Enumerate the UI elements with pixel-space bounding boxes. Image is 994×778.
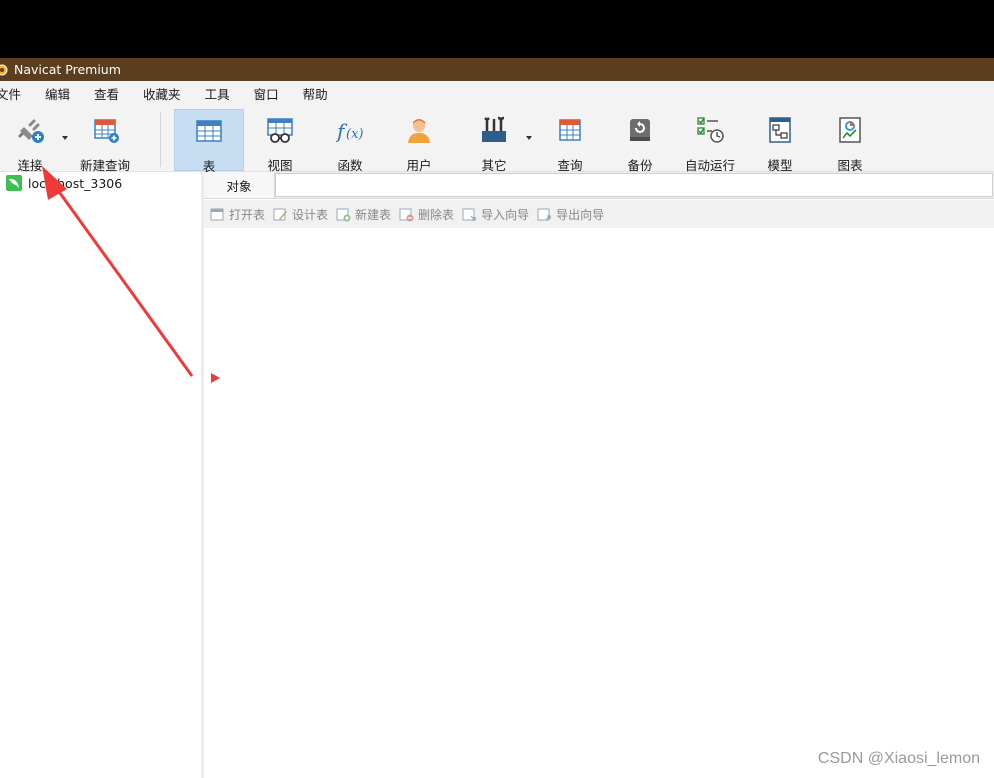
menu-favorites[interactable]: 收藏夹 — [131, 85, 193, 105]
design-table-button[interactable]: 设计表 — [273, 206, 328, 223]
import-wizard-icon — [462, 208, 476, 221]
query-button[interactable]: 查询 — [542, 109, 598, 173]
import-wizard-label: 导入向导 — [481, 207, 530, 222]
toolbar-separator — [160, 112, 161, 167]
table-icon — [196, 120, 222, 142]
tab-strip: 对象 — [204, 172, 994, 199]
delete-table-minus-icon — [399, 208, 414, 221]
new-table-label: 新建表 — [355, 207, 392, 222]
open-table-icon — [210, 208, 224, 220]
open-table-button[interactable]: 打开表 — [210, 206, 265, 223]
mysql-connection-icon — [6, 175, 22, 191]
connection-tree-panel[interactable]: localhost_3306 — [0, 172, 204, 778]
connect-button[interactable]: 连接 — [4, 109, 56, 173]
tab-objects-label: 对象 — [226, 178, 252, 194]
menu-window[interactable]: 窗口 — [242, 85, 291, 105]
backup-button[interactable]: 备份 — [612, 109, 668, 173]
window-titlebar[interactable]: Navicat Premium — [0, 58, 994, 81]
delete-table-label: 删除表 — [418, 207, 455, 222]
model-button[interactable]: 模型 — [752, 109, 808, 173]
query-grid-icon — [559, 119, 581, 141]
menu-bar: 文件 编辑 查看 收藏夹 工具 窗口 帮助 — [0, 81, 994, 108]
function-button[interactable]: f (x) 函数 — [320, 109, 380, 173]
menu-edit[interactable]: 编辑 — [33, 85, 82, 105]
connection-name: localhost_3306 — [28, 175, 123, 191]
view-glasses-icon — [267, 118, 293, 143]
chart-button[interactable]: 图表 — [822, 109, 878, 173]
new-query-button[interactable]: 新建查询 — [74, 109, 136, 173]
open-table-label: 打开表 — [229, 207, 266, 222]
watermark-text: CSDN @Xiaosi_lemon — [817, 750, 980, 767]
screen-top-black-area — [0, 0, 994, 58]
chart-report-icon — [839, 117, 861, 143]
tools-toolbox-icon — [482, 116, 506, 142]
design-table-pencil-icon — [273, 208, 288, 220]
menu-tools[interactable]: 工具 — [193, 85, 242, 105]
export-wizard-icon — [537, 208, 551, 220]
design-table-label: 设计表 — [292, 207, 329, 222]
user-button[interactable]: 用户 — [390, 109, 448, 173]
import-wizard-button[interactable]: 导入向导 — [462, 206, 529, 223]
auto-run-button[interactable]: 自动运行 — [680, 109, 740, 173]
connection-item[interactable]: localhost_3306 — [6, 174, 122, 192]
table-button[interactable]: 表 — [174, 109, 244, 174]
new-table-plus-icon — [336, 208, 351, 221]
user-person-icon — [408, 119, 430, 143]
new-query-grid-icon — [94, 119, 119, 143]
plug-connect-icon — [18, 119, 44, 143]
tab-objects[interactable]: 对象 — [204, 172, 275, 198]
svg-text:(x): (x) — [346, 127, 363, 142]
auto-run-checklist-clock-icon — [697, 117, 724, 143]
connect-dropdown-chevron-icon[interactable] — [62, 136, 68, 140]
backup-restore-icon — [630, 119, 650, 141]
function-fx-icon: f (x) — [335, 119, 363, 143]
object-toolbar: 打开表 设计表 新建表 删除表 导入向导 导出向导 — [204, 200, 994, 228]
window-title: Navicat Premium — [14, 62, 121, 77]
delete-table-button[interactable]: 删除表 — [399, 206, 454, 223]
other-button[interactable]: 其它 — [466, 109, 522, 173]
main-toolbar: 连接 新建查询 表 视图 f (x) 函数 用户 其它 查询 备份 自动运行 模… — [0, 108, 994, 174]
model-diagram-icon — [769, 117, 791, 143]
main-content-panel: 对象 打开表 设计表 新建表 删除表 导入向导 导出向导 — [204, 172, 994, 778]
navicat-logo-icon — [0, 64, 8, 75]
menu-view[interactable]: 查看 — [82, 85, 131, 105]
menu-file[interactable]: 文件 — [0, 85, 33, 105]
new-table-button[interactable]: 新建表 — [336, 206, 391, 223]
other-dropdown-chevron-icon[interactable] — [526, 136, 532, 140]
menu-help[interactable]: 帮助 — [291, 85, 340, 105]
view-button[interactable]: 视图 — [250, 109, 310, 173]
export-wizard-label: 导出向导 — [556, 207, 605, 222]
export-wizard-button[interactable]: 导出向导 — [537, 206, 604, 223]
tab-strip-filler — [275, 173, 993, 197]
